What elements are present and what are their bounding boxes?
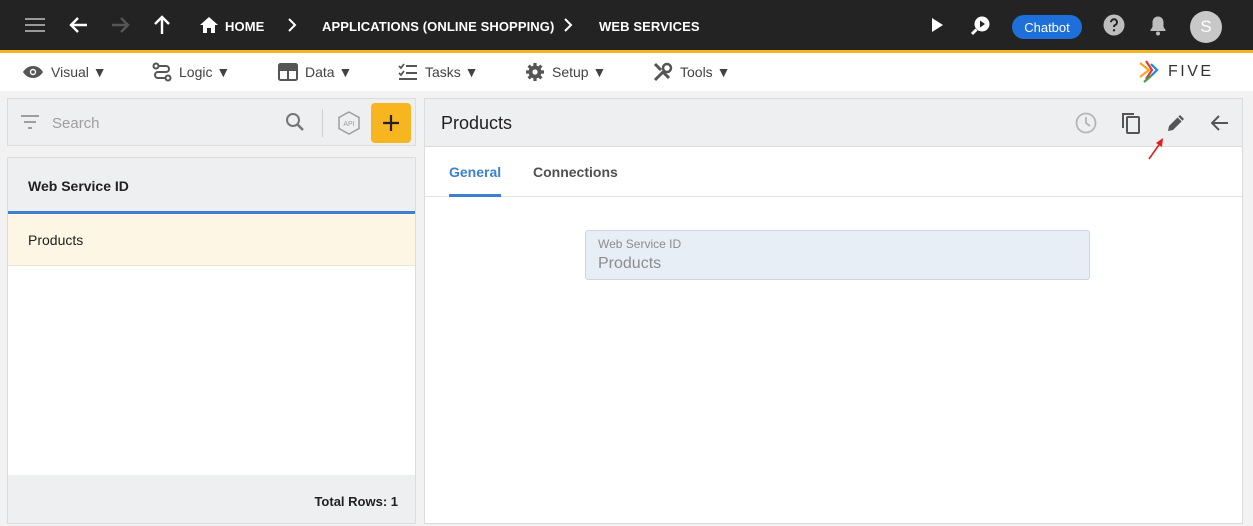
menu-logic[interactable]: Logic ▼ <box>152 61 230 83</box>
column-header-web-service-id[interactable]: Web Service ID <box>8 158 415 214</box>
main-menu-bar: Visual ▼ Logic ▼ Data ▼ Tasks ▼ Setup ▼ … <box>0 53 1253 91</box>
tab-connections[interactable]: Connections <box>533 164 618 180</box>
menu-setup[interactable]: Setup ▼ <box>525 61 606 83</box>
search-icon[interactable] <box>285 112 305 137</box>
annotation-arrow-icon <box>1148 138 1163 160</box>
search-play-icon[interactable] <box>966 10 996 40</box>
menu-tools[interactable]: Tools ▼ <box>653 61 730 83</box>
field-value: Products <box>598 255 662 272</box>
total-rows-label: Total Rows: 1 <box>8 475 415 523</box>
menu-setup-label: Setup ▼ <box>552 64 607 80</box>
table-icon <box>278 63 298 81</box>
menu-data[interactable]: Data ▼ <box>278 61 352 83</box>
list-item[interactable]: Products <box>8 214 415 266</box>
menu-tools-label: Tools ▼ <box>680 64 731 80</box>
chatbot-button[interactable]: Chatbot <box>1012 15 1082 39</box>
detail-panel: Products General Connections Web Service… <box>424 98 1243 524</box>
eye-icon <box>23 66 43 78</box>
page-title: Products <box>441 113 513 133</box>
logo-text: FIVE <box>1168 63 1214 80</box>
forward-arrow-icon[interactable] <box>105 10 135 40</box>
tab-general[interactable]: General <box>449 164 501 180</box>
close-back-arrow-icon[interactable] <box>1206 109 1234 137</box>
back-arrow-icon[interactable] <box>64 10 94 40</box>
chevron-right-icon <box>553 10 583 40</box>
home-icon[interactable] <box>194 10 224 40</box>
web-service-list: Web Service ID Products Total Rows: 1 <box>7 157 416 524</box>
edit-pencil-icon[interactable] <box>1162 109 1190 137</box>
menu-visual-label: Visual ▼ <box>51 64 107 80</box>
gear-icon <box>526 63 544 81</box>
plus-icon <box>383 115 399 131</box>
api-icon-label: API <box>343 121 354 128</box>
search-bar: API <box>7 98 416 146</box>
search-input[interactable] <box>52 112 272 134</box>
tab-bar: General Connections <box>425 148 1242 197</box>
add-button[interactable] <box>371 103 411 143</box>
notification-bell-icon[interactable] <box>1143 10 1173 40</box>
breadcrumb-web-services[interactable]: WEB SERVICES <box>599 19 700 34</box>
user-avatar[interactable]: S <box>1190 11 1222 43</box>
web-service-id-field[interactable]: Web Service ID Products <box>585 230 1090 280</box>
api-icon[interactable]: API <box>337 111 361 140</box>
menu-tasks[interactable]: Tasks ▼ <box>398 61 479 83</box>
hamburger-menu-icon[interactable] <box>20 10 50 40</box>
active-tab-indicator <box>449 194 501 197</box>
top-bar: HOME APPLICATIONS (ONLINE SHOPPING) WEB … <box>0 0 1253 53</box>
detail-header: Products <box>425 99 1242 147</box>
menu-visual[interactable]: Visual ▼ <box>22 61 107 83</box>
play-icon[interactable] <box>922 10 952 40</box>
five-logo: FIVE <box>1138 58 1230 86</box>
logic-flow-icon <box>152 62 172 82</box>
history-icon[interactable] <box>1072 109 1100 137</box>
breadcrumb-home[interactable]: HOME <box>225 19 264 34</box>
search-divider <box>322 109 323 137</box>
menu-logic-label: Logic ▼ <box>179 64 231 80</box>
help-icon[interactable] <box>1099 10 1129 40</box>
breadcrumb-applications[interactable]: APPLICATIONS (ONLINE SHOPPING) <box>322 19 554 34</box>
menu-tasks-label: Tasks ▼ <box>425 64 479 80</box>
tools-icon <box>653 62 673 82</box>
filter-icon[interactable] <box>20 113 40 136</box>
up-arrow-icon[interactable] <box>147 10 177 40</box>
copy-icon[interactable] <box>1117 109 1145 137</box>
chevron-right-icon <box>277 10 307 40</box>
checklist-icon <box>398 63 417 80</box>
field-label: Web Service ID <box>598 237 682 251</box>
menu-data-label: Data ▼ <box>305 64 353 80</box>
